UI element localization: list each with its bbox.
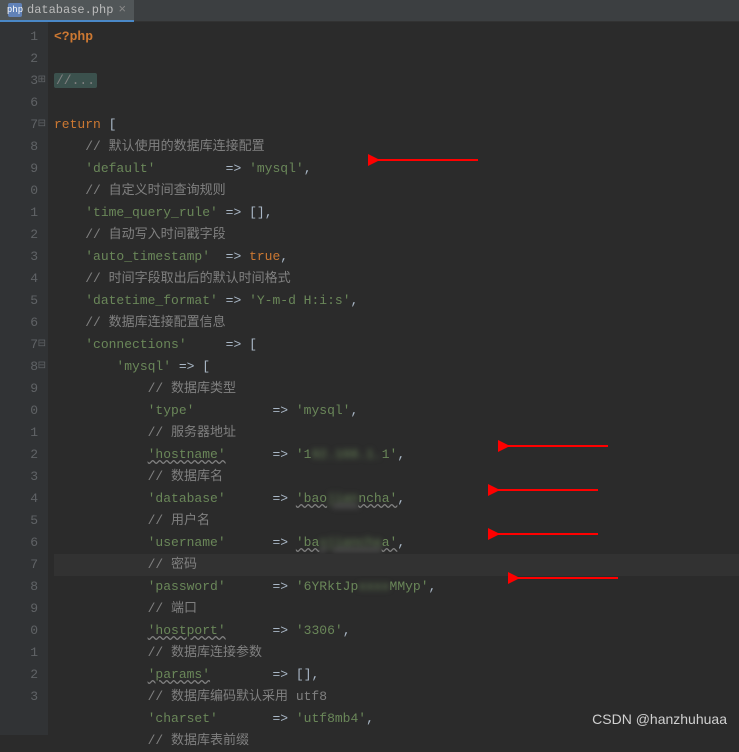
- close-icon[interactable]: ×: [118, 2, 126, 17]
- comment: // 数据库表前缀: [148, 733, 249, 748]
- line-number: 3: [0, 246, 38, 268]
- line-number: 3: [0, 466, 38, 488]
- tab-bar: php database.php ×: [0, 0, 739, 22]
- tab-label: database.php: [27, 3, 113, 17]
- key: 'mysql': [116, 359, 171, 374]
- line-number: 9: [0, 378, 38, 400]
- value: '192.168.1.1': [296, 447, 397, 462]
- value: 'mysql': [249, 161, 304, 176]
- key: 'charset': [148, 711, 218, 726]
- line-number: 8⊟: [0, 356, 38, 378]
- file-tab[interactable]: php database.php ×: [0, 0, 134, 22]
- key: 'database': [148, 491, 226, 506]
- line-number: 3⊞: [0, 70, 38, 92]
- comment: // 数据库名: [148, 469, 223, 484]
- line-number: 2: [0, 48, 38, 70]
- line-number: 4: [0, 268, 38, 290]
- comment: // 数据库连接配置信息: [85, 315, 225, 330]
- value: 'utf8mb4': [296, 711, 366, 726]
- fold-icon[interactable]: ⊟: [38, 356, 46, 378]
- key: 'time_query_rule': [85, 205, 218, 220]
- key: 'datetime_format': [85, 293, 218, 308]
- watermark: CSDN @hanzhuhuaa: [592, 711, 727, 727]
- line-number: 7: [0, 554, 38, 576]
- php-icon: php: [8, 3, 22, 17]
- key: 'auto_timestamp': [85, 249, 210, 264]
- fold-icon[interactable]: ⊞: [38, 70, 46, 92]
- line-number: 2: [0, 444, 38, 466]
- line-number: 1: [0, 422, 38, 444]
- line-number: 5: [0, 510, 38, 532]
- value: '6YRktJpxxxxMMyp': [296, 579, 429, 594]
- line-number: 6: [0, 92, 38, 114]
- comment: // 时间字段取出后的默认时间格式: [85, 271, 290, 286]
- key: 'hostname': [148, 447, 226, 462]
- line-number: 9: [0, 598, 38, 620]
- folded-block[interactable]: //...: [54, 73, 97, 88]
- line-number: 6: [0, 312, 38, 334]
- key: 'params': [148, 667, 210, 682]
- line-number: 3: [0, 686, 38, 708]
- line-number: 8: [0, 576, 38, 598]
- comment: // 数据库编码默认采用 utf8: [148, 689, 327, 704]
- line-number: 7⊟: [0, 334, 38, 356]
- line-number: 2: [0, 224, 38, 246]
- comment: // 数据库连接参数: [148, 645, 262, 660]
- comment: // 密码: [148, 557, 197, 572]
- comment: // 自动写入时间戳字段: [85, 227, 225, 242]
- key: 'type': [148, 403, 195, 418]
- value: 'baojianchaa': [296, 535, 397, 550]
- key: 'connections': [85, 337, 186, 352]
- code-area[interactable]: <?php //... return [ // 默认使用的数据库连接配置 'de…: [48, 22, 739, 735]
- value: 'baojianncha': [296, 491, 397, 506]
- line-number: 9: [0, 158, 38, 180]
- line-number: 4: [0, 488, 38, 510]
- comment: // 自定义时间查询规则: [85, 183, 225, 198]
- php-open-tag: <?php: [54, 29, 93, 44]
- line-number: 5: [0, 290, 38, 312]
- line-number: 8: [0, 136, 38, 158]
- value: []: [249, 205, 265, 220]
- value: 'Y-m-d H:i:s': [249, 293, 350, 308]
- fold-icon[interactable]: ⊟: [38, 334, 46, 356]
- key: 'username': [148, 535, 226, 550]
- value: true: [249, 249, 280, 264]
- line-number: 2: [0, 664, 38, 686]
- editor: 1 2 3⊞ 6 7⊟ 8 9 0 1 2 3 4 5 6 7⊟ 8⊟ 9 0 …: [0, 22, 739, 735]
- comment: // 端口: [148, 601, 197, 616]
- value: []: [296, 667, 312, 682]
- fold-icon[interactable]: ⊟: [38, 114, 46, 136]
- key: 'password': [148, 579, 226, 594]
- comment: // 服务器地址: [148, 425, 236, 440]
- line-number: 1: [0, 26, 38, 48]
- key: 'default': [85, 161, 155, 176]
- value: 'mysql': [296, 403, 351, 418]
- gutter: 1 2 3⊞ 6 7⊟ 8 9 0 1 2 3 4 5 6 7⊟ 8⊟ 9 0 …: [0, 22, 48, 735]
- line-number: 7⊟: [0, 114, 38, 136]
- line-number: 1: [0, 642, 38, 664]
- comment: // 用户名: [148, 513, 210, 528]
- comment: // 默认使用的数据库连接配置: [85, 139, 264, 154]
- return-kw: return: [54, 117, 101, 132]
- line-number: 1: [0, 202, 38, 224]
- line-number: 0: [0, 400, 38, 422]
- line-number: 0: [0, 180, 38, 202]
- value: '3306': [296, 623, 343, 638]
- line-number: 6: [0, 532, 38, 554]
- comment: // 数据库类型: [148, 381, 236, 396]
- line-number: 0: [0, 620, 38, 642]
- key: 'hostport': [148, 623, 226, 638]
